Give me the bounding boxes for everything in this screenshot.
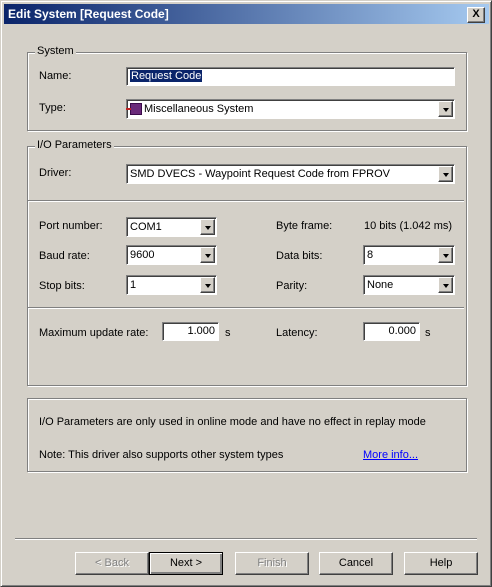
port-label: Port number: [39, 220, 103, 232]
finish-button[interactable]: Finish [235, 552, 309, 575]
driver-label: Driver: [39, 167, 72, 179]
baud-label: Baud rate: [39, 250, 90, 262]
type-select[interactable]: Miscellaneous System [126, 99, 455, 119]
type-select-value: Miscellaneous System [126, 103, 253, 116]
baud-select-value: 9600 [130, 249, 155, 261]
system-group: System [27, 45, 467, 131]
stopbits-select[interactable]: 1 [126, 275, 217, 295]
databits-select-value: 8 [367, 249, 374, 261]
chevron-down-icon[interactable] [438, 247, 453, 263]
parity-label: Parity: [276, 280, 308, 292]
maxrate-input[interactable]: 1.000 [162, 322, 219, 341]
databits-label: Data bits: [276, 250, 323, 262]
title-bar[interactable]: Edit System [Request Code] X [4, 4, 489, 24]
help-button[interactable]: Help [404, 552, 478, 575]
latency-input[interactable]: 0.000 [363, 322, 420, 341]
chevron-down-icon[interactable] [438, 277, 453, 293]
type-label: Type: [39, 102, 66, 114]
name-label: Name: [39, 70, 72, 82]
name-input[interactable]: Request Code [126, 67, 455, 86]
parity-select[interactable]: None [363, 275, 455, 295]
io-divider-1 [28, 200, 464, 202]
driver-select[interactable]: SMD DVECS - Waypoint Request Code from F… [126, 164, 455, 184]
byteframe-value: 10 bits (1.042 ms) [364, 220, 453, 232]
port-select[interactable]: COM1 [126, 217, 217, 237]
chevron-down-icon[interactable] [200, 247, 215, 263]
databits-select[interactable]: 8 [363, 245, 455, 265]
latency-label: Latency: [276, 327, 318, 339]
cancel-button[interactable]: Cancel [319, 552, 393, 575]
driver-select-value: SMD DVECS - Waypoint Request Code from F… [130, 168, 391, 180]
name-input-value: Request Code [130, 70, 203, 82]
next-button[interactable]: Next > [149, 552, 223, 575]
io-group-label: I/O Parameters [35, 139, 114, 151]
chevron-down-icon[interactable] [200, 219, 215, 235]
baud-select[interactable]: 9600 [126, 245, 217, 265]
chevron-down-icon[interactable] [200, 277, 215, 293]
io-divider-2 [28, 307, 464, 309]
latency-unit: s [425, 327, 431, 339]
close-button[interactable]: X [467, 7, 485, 23]
chevron-down-icon[interactable] [438, 166, 453, 182]
more-info-link[interactable]: More info... [363, 449, 418, 461]
byteframe-label: Byte frame: [276, 220, 333, 232]
maxrate-unit: s [225, 327, 231, 339]
stopbits-select-value: 1 [130, 279, 137, 291]
info-line-2: Note: This driver also supports other sy… [39, 449, 284, 461]
parity-select-value: None [367, 279, 394, 291]
info-line-1: I/O Parameters are only used in online m… [39, 416, 426, 428]
latency-input-value: 0.000 [388, 325, 416, 337]
stopbits-label: Stop bits: [39, 280, 85, 292]
misc-system-icon [126, 103, 142, 116]
chevron-down-icon[interactable] [438, 101, 453, 117]
button-separator [15, 538, 477, 540]
maxrate-label: Maximum update rate: [39, 327, 149, 339]
edit-system-dialog: Edit System [Request Code] X System Name… [0, 0, 492, 587]
port-select-value: COM1 [130, 221, 162, 233]
maxrate-input-value: 1.000 [187, 325, 215, 337]
system-group-label: System [35, 45, 76, 57]
window-title: Edit System [Request Code] [8, 7, 169, 21]
back-button[interactable]: < Back [75, 552, 149, 575]
